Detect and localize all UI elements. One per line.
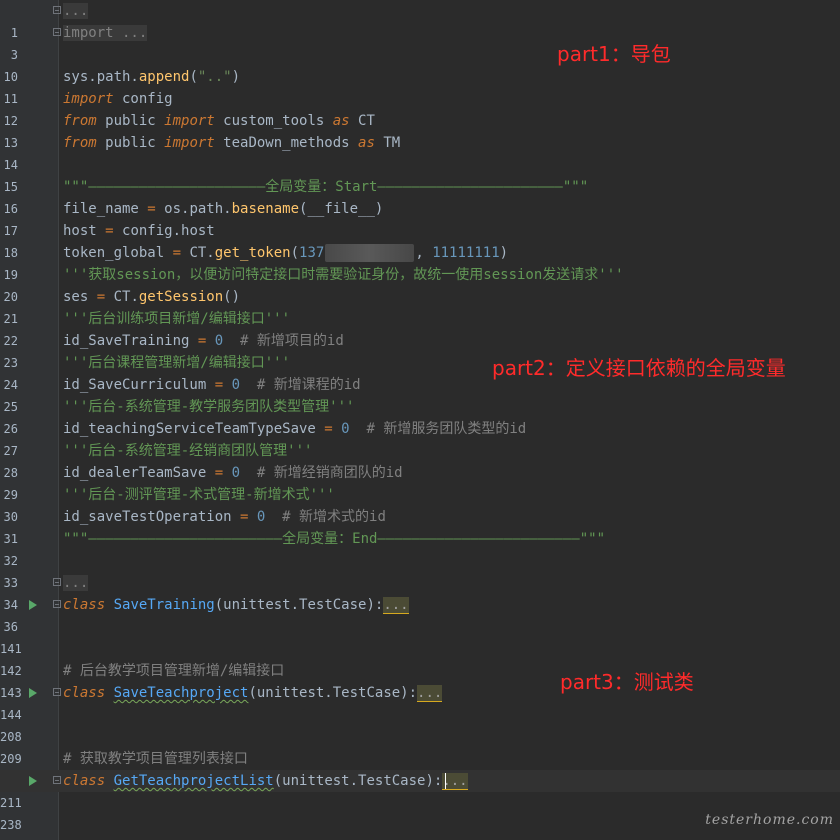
code-text[interactable]: # 获取教学项目管理列表接口 [63,748,248,770]
part3-annotation: part3：测试类 [560,670,694,694]
code-line[interactable]: 26 '''后台-系统管理-教学服务团队类型管理''' [0,396,840,436]
code-line[interactable]: 11 sys.path.append("..") [0,66,840,106]
code-line[interactable]: 23 id_SaveTraining = 0 # 新增项目的id [0,330,840,370]
code-line[interactable]: 19 token_global = CT.get_token(137, 1111… [0,242,840,282]
redacted-token [325,244,415,262]
code-text[interactable]: '''后台-系统管理-教学服务团队类型管理''' [63,396,354,418]
code-text[interactable]: ses = CT.getSession() [63,286,240,308]
code-text[interactable]: '''获取session，以便访问特定接口时需要验证身份，故统一使用sessio… [63,264,624,286]
fold-icon[interactable] [53,776,61,784]
folded-body-placeholder[interactable]: ... [417,685,443,702]
code-line[interactable]: 3 import ... [0,22,840,62]
code-line[interactable]: 29 id_dealerTeamSave = 0 # 新增经销商团队的id [0,462,840,502]
code-text[interactable]: id_saveTestOperation = 0 # 新增术式的id [63,506,386,528]
text-cursor [445,773,446,789]
code-line[interactable]: 1 ... [0,0,840,40]
fold-icon[interactable] [53,578,61,586]
code-text[interactable]: ... [63,0,89,22]
code-text[interactable]: id_teachingServiceTeamTypeSave = 0 # 新增服… [63,418,526,440]
code-text[interactable]: from public import teaDown_methods as TM [63,132,400,154]
line-number: 239 [0,836,18,840]
code-text[interactable]: from public import custom_tools as CT [63,110,375,132]
fold-icon[interactable] [53,6,61,14]
code-line[interactable]: 10 [0,44,840,84]
code-text[interactable]: """—————————————————————全局变量：Start——————… [63,176,588,198]
code-line[interactable]: 141 [0,616,840,656]
code-text[interactable]: '''后台课程管理新增/编辑接口''' [63,352,290,374]
code-line[interactable]: 22 '''后台训练项目新增/编辑接口''' [0,308,840,348]
code-text[interactable]: token_global = CT.get_token(137, 1111111… [63,242,508,264]
code-line[interactable]: 143 # 后台教学项目管理新增/编辑接口 [0,660,840,700]
code-text[interactable]: '''后台-测评管理-术式管理-新增术式''' [63,484,335,506]
fold-icon[interactable] [53,600,61,608]
code-line[interactable]: 12 import config [0,88,840,128]
code-line[interactable]: 31 id_saveTestOperation = 0 # 新增术式的id [0,506,840,546]
code-text[interactable]: import ... [63,22,148,44]
code-text[interactable]: class GetTeachprojectList(unittest.TestC… [63,770,468,792]
code-line[interactable]: 27 id_teachingServiceTeamTypeSave = 0 # … [0,418,840,458]
run-test-icon[interactable] [29,688,37,698]
part1-annotation: part1：导包 [557,42,671,66]
code-line[interactable]: 238 [0,792,840,832]
code-line[interactable]: 34 ... [0,572,840,612]
code-line[interactable]: 14 from public import teaDown_methods as… [0,132,840,172]
code-line[interactable]: 28 '''后台-系统管理-经销商团队管理''' [0,440,840,480]
code-text[interactable]: class SaveTraining(unittest.TestCase):..… [63,594,409,616]
run-test-icon[interactable] [29,600,37,610]
run-test-icon[interactable] [29,776,37,786]
code-text[interactable]: file_name = os.path.basename(__file__) [63,198,383,220]
code-line[interactable]: 210 # 获取教学项目管理列表接口 [0,748,840,788]
folded-body-placeholder[interactable]: ... [383,597,409,614]
code-text[interactable]: host = config.host [63,220,215,242]
current-code-line[interactable]: 211 class GetTeachprojectList(unittest.T… [0,770,840,810]
code-line[interactable]: 208 [0,704,840,744]
code-text[interactable]: '''后台训练项目新增/编辑接口''' [63,308,290,330]
code-text[interactable]: class SaveTeachproject(unittest.TestCase… [63,682,443,704]
watermark: testerhome.com [705,812,834,828]
code-text[interactable]: id_dealerTeamSave = 0 # 新增经销商团队的id [63,462,403,484]
code-text[interactable]: # 后台教学项目管理新增/编辑接口 [63,660,284,682]
code-line[interactable]: 16 """—————————————————————全局变量：Start———… [0,176,840,216]
code-text[interactable]: """———————————————————————全局变量：End——————… [63,528,605,550]
code-line[interactable]: 144 class SaveTeachproject(unittest.Test… [0,682,840,722]
code-line[interactable]: 15 [0,154,840,194]
code-line[interactable]: 209 [0,726,840,766]
code-line[interactable]: 20 '''获取session，以便访问特定接口时需要验证身份，故统一使用ses… [0,264,840,304]
code-text[interactable]: sys.path.append("..") [63,66,240,88]
code-line[interactable]: 30 '''后台-测评管理-术式管理-新增术式''' [0,484,840,524]
code-text[interactable]: import config [63,88,173,110]
code-text[interactable]: '''后台-系统管理-经销商团队管理''' [63,440,312,462]
code-text[interactable]: id_SaveTraining = 0 # 新增项目的id [63,330,344,352]
code-line[interactable]: 33 [0,550,840,590]
folded-body-placeholder[interactable]: ... [442,773,468,790]
code-line[interactable]: 142 [0,638,840,678]
fold-icon[interactable] [53,28,61,36]
code-line[interactable]: 17 file_name = os.path.basename(__file__… [0,198,840,238]
code-line[interactable]: 13 from public import custom_tools as CT [0,110,840,150]
code-line[interactable]: 32 """———————————————————————全局变量：End———… [0,528,840,568]
code-text[interactable]: id_SaveCurriculum = 0 # 新增课程的id [63,374,361,396]
fold-icon[interactable] [53,688,61,696]
code-line[interactable]: 18 host = config.host [0,220,840,260]
code-editor[interactable]: 1 ... 3 import ... 10 11 sys.path.append… [0,0,840,840]
code-line[interactable]: 21 ses = CT.getSession() [0,286,840,326]
code-text[interactable]: ... [63,572,89,594]
code-line[interactable]: 36 class SaveTraining(unittest.TestCase)… [0,594,840,634]
part2-annotation: part2：定义接口依赖的全局变量 [492,356,786,380]
